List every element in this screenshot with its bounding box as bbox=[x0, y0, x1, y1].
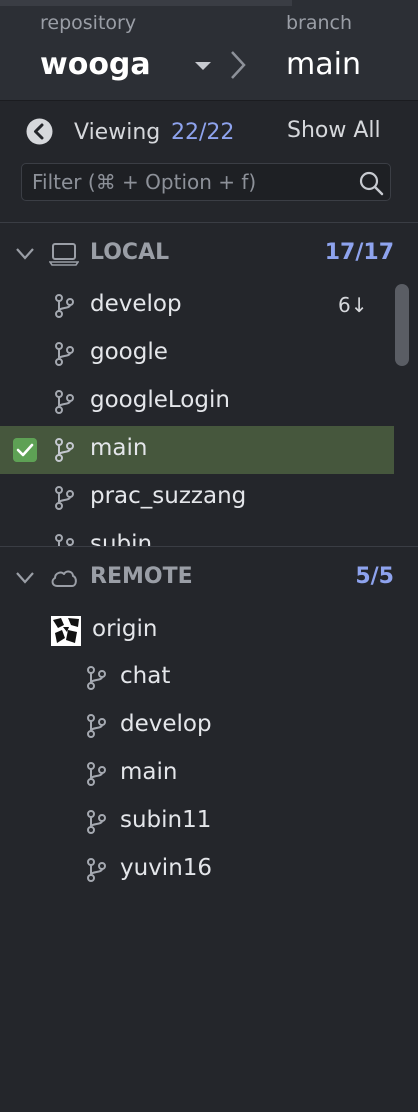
branch-label: develop bbox=[120, 711, 212, 737]
local-branch-row[interactable]: googleLogin bbox=[0, 378, 394, 426]
remote-branch-row[interactable]: chat bbox=[0, 654, 394, 702]
search-icon[interactable] bbox=[358, 170, 384, 196]
divider bbox=[0, 222, 418, 223]
branch-panel: repository wooga branch main Viewing 22/… bbox=[0, 0, 418, 1112]
remote-origin-label: origin bbox=[92, 616, 158, 642]
behind-count-badge: 6↓ bbox=[338, 293, 368, 317]
local-branch-row[interactable]: develop 6↓ bbox=[0, 282, 394, 330]
git-branch-icon bbox=[87, 714, 106, 738]
chevron-down-icon[interactable] bbox=[14, 570, 36, 586]
remote-branch-list: origin chat develop main subin11 yuvin16 bbox=[0, 606, 418, 894]
local-branch-row[interactable]: prac_suzzang bbox=[0, 474, 394, 522]
repository-name[interactable]: wooga bbox=[40, 47, 151, 82]
git-branch-icon bbox=[87, 810, 106, 834]
filter-field[interactable] bbox=[21, 163, 391, 201]
chevron-down-icon[interactable] bbox=[14, 246, 36, 262]
remote-origin-row[interactable]: origin bbox=[0, 606, 418, 654]
branch-label: prac_suzzang bbox=[90, 483, 247, 509]
local-branch-row[interactable]: google bbox=[0, 330, 394, 378]
current-branch-name[interactable]: main bbox=[286, 47, 361, 82]
header-top-bar bbox=[0, 0, 292, 6]
local-scrollbar[interactable] bbox=[395, 282, 409, 546]
branch-label: googleLogin bbox=[90, 387, 230, 413]
branch-label: main bbox=[120, 759, 178, 785]
local-branch-row-selected[interactable]: main bbox=[0, 426, 394, 474]
chevron-right-icon bbox=[231, 51, 246, 79]
viewing-label: Viewing bbox=[74, 120, 161, 145]
branch-label: develop bbox=[90, 291, 182, 317]
branch-label: subin bbox=[90, 531, 153, 546]
branch-label: subin11 bbox=[120, 807, 212, 833]
section-header-remote[interactable]: REMOTE 5/5 bbox=[0, 558, 418, 598]
remote-branch-row[interactable]: yuvin16 bbox=[0, 846, 394, 894]
git-branch-icon bbox=[55, 534, 74, 546]
section-count-remote: 5/5 bbox=[355, 564, 394, 589]
local-branch-row[interactable]: subin bbox=[0, 522, 394, 546]
local-branch-list: develop 6↓ google googleLogin main prac_… bbox=[0, 282, 394, 546]
repo-branch-header: repository wooga branch main bbox=[0, 0, 418, 101]
remote-avatar-icon bbox=[51, 616, 81, 646]
git-branch-icon bbox=[55, 342, 74, 366]
scrollbar-thumb[interactable] bbox=[395, 284, 409, 366]
section-label-local: LOCAL bbox=[90, 240, 170, 265]
remote-branch-row[interactable]: main bbox=[0, 750, 394, 798]
section-count-local: 17/17 bbox=[324, 240, 394, 265]
git-branch-icon bbox=[87, 762, 106, 786]
branch-label: yuvin16 bbox=[120, 855, 213, 881]
branch-label: main bbox=[90, 435, 148, 461]
remote-branch-row[interactable]: subin11 bbox=[0, 798, 394, 846]
git-branch-icon bbox=[87, 858, 106, 882]
laptop-icon bbox=[49, 243, 79, 266]
back-circle-icon[interactable] bbox=[26, 118, 53, 145]
cloud-icon bbox=[51, 570, 77, 587]
repository-caption: repository bbox=[40, 12, 137, 34]
show-all-button[interactable]: Show All bbox=[287, 118, 381, 143]
divider bbox=[0, 546, 418, 547]
branch-caption: branch bbox=[286, 12, 353, 34]
viewing-count: 22/22 bbox=[171, 120, 235, 145]
section-header-local[interactable]: LOCAL 17/17 bbox=[0, 234, 418, 274]
git-branch-icon bbox=[55, 438, 74, 462]
branch-label: google bbox=[90, 339, 168, 365]
section-label-remote: REMOTE bbox=[90, 564, 193, 589]
filter-input[interactable] bbox=[32, 168, 352, 196]
checkbox-checked-icon[interactable] bbox=[13, 438, 37, 462]
caret-down-icon[interactable] bbox=[193, 58, 213, 74]
git-branch-icon bbox=[55, 486, 74, 510]
git-branch-icon bbox=[55, 294, 74, 318]
remote-branch-row[interactable]: develop bbox=[0, 702, 394, 750]
git-branch-icon bbox=[55, 390, 74, 414]
branch-label: chat bbox=[120, 663, 171, 689]
git-branch-icon bbox=[87, 666, 106, 690]
